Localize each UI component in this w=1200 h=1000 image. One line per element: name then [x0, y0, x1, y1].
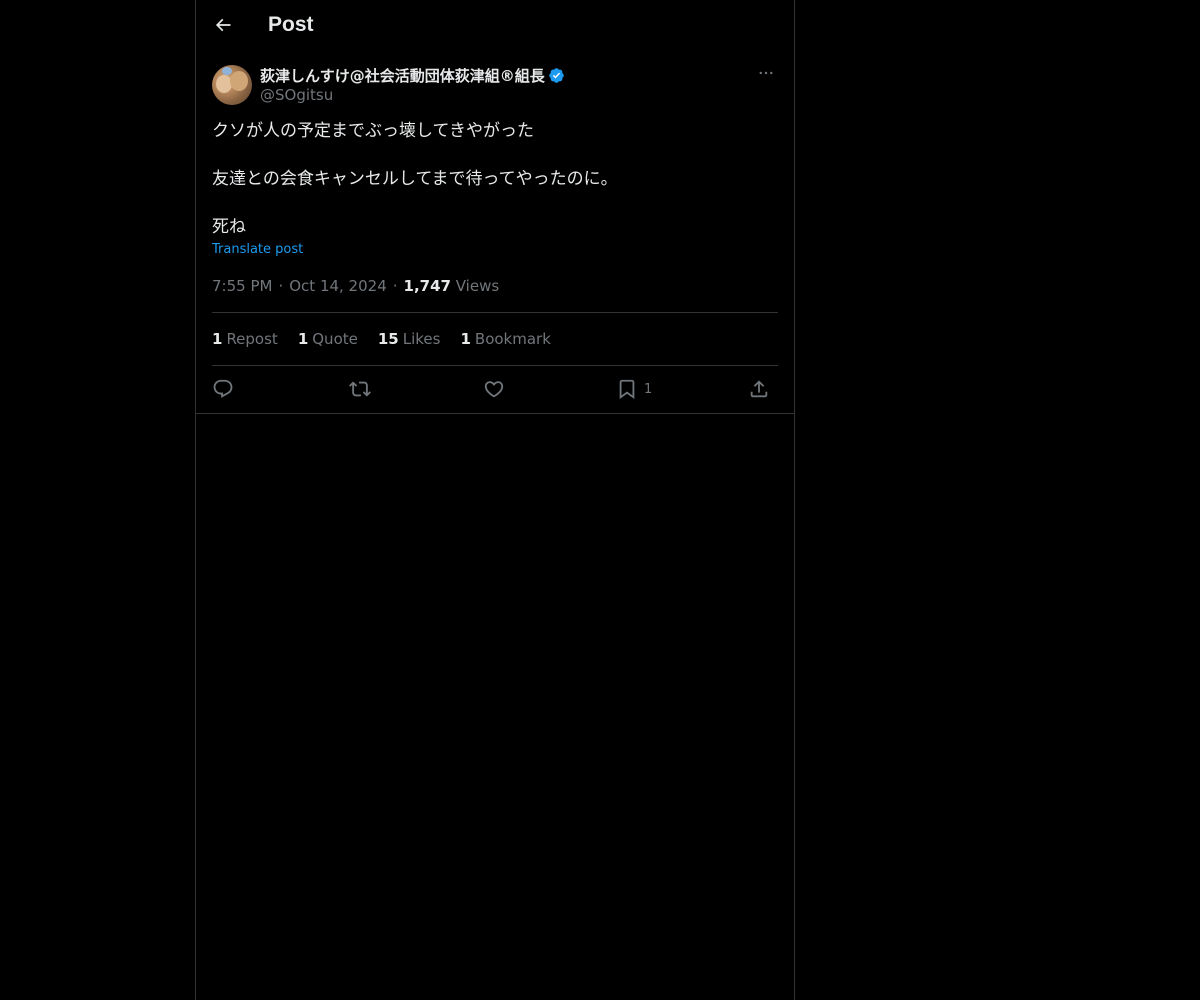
share-button[interactable] [748, 376, 770, 402]
arrow-left-icon [213, 15, 233, 39]
repost-icon [349, 378, 371, 400]
tweet-line: 友達との会食キャンセルしてまで待ってやったのに。 [212, 169, 618, 189]
repost-button[interactable] [349, 376, 371, 402]
views-count: 1,747 [403, 277, 451, 295]
author-name[interactable]: 荻津しんすけ@社会活動団体荻津組®組長 [260, 65, 565, 86]
quotes-label: Quote [312, 330, 358, 348]
divider [212, 365, 778, 366]
bookmark-icon [616, 378, 638, 400]
quotes-count: 1 [297, 330, 309, 348]
page-title: Post [268, 13, 314, 36]
translate-post-link[interactable]: Translate post [212, 242, 303, 257]
tweet-text: クソが人の予定までぶっ壊してきやがった 友達との会食キャンセルしてまで待ってやっ… [212, 119, 778, 239]
likes-label: Likes [402, 330, 441, 348]
post-bottom-border [196, 413, 794, 414]
views-label: Views [455, 277, 500, 295]
reposts-label: Repost [226, 330, 278, 348]
post-column: Post 荻津しんすけ@社会活動団体荻津組®組長 @SOgitsu クソが人の予… [195, 0, 795, 1000]
reply-icon [212, 378, 234, 400]
bookmarks-count: 1 [460, 330, 471, 348]
post-header: Post [196, 0, 794, 53]
more-horizontal-icon [757, 64, 775, 86]
post-date[interactable]: Oct 14, 2024 [289, 277, 387, 295]
tweet-line: 死ね [212, 217, 246, 237]
bookmarks-stat[interactable]: 1 Bookmark [460, 330, 550, 348]
heart-icon [483, 378, 505, 400]
share-icon [748, 378, 770, 400]
likes-count: 15 [377, 330, 399, 348]
post-time[interactable]: 7:55 PM [212, 277, 272, 295]
author-display-name: 荻津しんすけ@社会活動団体荻津組®組長 [260, 67, 545, 85]
bookmark-button[interactable]: 1 [616, 376, 652, 402]
quotes-stat[interactable]: 1 Quote [298, 330, 358, 348]
likes-stat[interactable]: 15 Likes [378, 330, 441, 348]
action-bar: 1 [212, 376, 778, 402]
back-button[interactable] [208, 12, 238, 42]
tweet-line: クソが人の予定までぶっ壊してきやがった [212, 121, 534, 141]
avatar[interactable] [212, 65, 252, 105]
bookmarks-label: Bookmark [474, 330, 551, 348]
bookmark-count: 1 [644, 381, 653, 397]
author-row: 荻津しんすけ@社会活動団体荻津組®組長 @SOgitsu [212, 65, 778, 107]
verified-badge-icon [548, 67, 565, 84]
post-meta: 7:55 PM · Oct 14, 2024 · 1,747 Views [212, 277, 500, 295]
author-handle[interactable]: @SOgitsu [260, 86, 333, 104]
more-options-button[interactable] [754, 65, 778, 85]
reposts-stat[interactable]: 1 Repost [212, 330, 278, 348]
divider [212, 312, 778, 313]
like-button[interactable] [483, 376, 505, 402]
reposts-count: 1 [212, 330, 223, 348]
engagement-stats: 1 Repost 1 Quote 15 Likes 1 Bookmark [212, 330, 571, 348]
reply-button[interactable] [212, 376, 234, 402]
